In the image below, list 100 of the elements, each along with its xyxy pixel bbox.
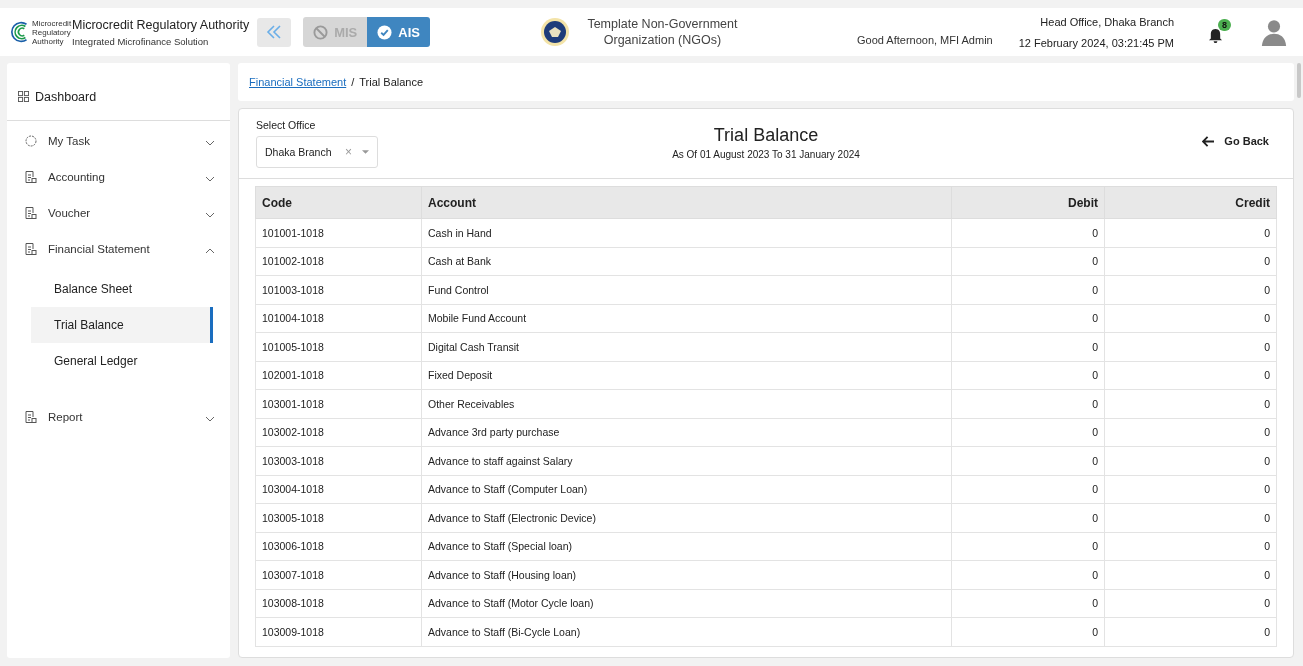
table-cell: 0 [1104,418,1277,447]
table-cell: 0 [951,617,1105,646]
submenu-item[interactable]: General Ledger [31,343,213,379]
document-icon [25,207,37,219]
table-cell: 0 [1104,446,1277,475]
menu-item[interactable]: My Task [7,123,230,159]
module-toggle[interactable]: AIS [367,17,430,47]
check-circle-icon [377,24,393,40]
table-cell: 0 [951,475,1105,504]
table-cell: 0 [951,589,1105,618]
notification-count: 8 [1218,19,1232,31]
table-cell: 103004-1018 [255,475,422,504]
table-cell: 103008-1018 [255,589,422,618]
table-cell: 103001-1018 [255,389,422,418]
table-cell: 0 [1104,332,1277,361]
collapse-sidebar-button[interactable] [257,17,292,47]
dashboard-label: Dashboard [35,89,97,104]
document-icon [25,243,37,255]
table-cell: Mobile Fund Account [421,304,952,333]
chevron-down-icon [205,140,215,146]
column-header: Debit [951,186,1105,219]
organization-title: Template Non-Government Organization (NGOs) [586,16,739,48]
menu-item[interactable]: Report [7,399,230,435]
breadcrumb-current: Trial Balance [359,76,424,88]
table-cell: 103005-1018 [255,503,422,532]
office-select[interactable]: Dhaka Branch × [256,136,378,168]
table-cell: 0 [1104,560,1277,589]
table-cell: 0 [1104,589,1277,618]
table-cell: 101005-1018 [255,332,422,361]
table-cell: 0 [951,418,1105,447]
table-cell: 0 [951,560,1105,589]
table-cell: 0 [1104,218,1277,247]
table-cell: 0 [951,532,1105,561]
submenu-item[interactable]: Trial Balance [31,307,213,343]
chevron-up-icon [205,248,215,254]
bell-icon[interactable] [1208,28,1224,45]
table-cell: Fixed Deposit [421,361,952,390]
column-header: Credit [1104,186,1277,219]
table-cell: 101002-1018 [255,247,422,276]
table-cell: 102001-1018 [255,361,422,390]
table-cell: 103009-1018 [255,617,422,646]
table-cell: 0 [1104,247,1277,276]
table-cell: Other Receivables [421,389,952,418]
table-cell: 103002-1018 [255,418,422,447]
dashboard-link[interactable]: Dashboard [7,63,230,121]
table-cell: 101003-1018 [255,275,422,304]
table-cell: 0 [1104,389,1277,418]
table-cell: 103007-1018 [255,560,422,589]
greeting-text: Good Afternoon, MFI Admin [856,34,993,46]
circle-dashed-icon [25,135,37,147]
table-cell: Advance 3rd party purchase [421,418,952,447]
table-cell: Advance to Staff (Bi-Cycle Loan) [421,617,952,646]
dropdown-caret-icon [362,150,369,154]
table-cell: 0 [951,332,1105,361]
report-title: Trial Balance [713,125,819,146]
table-cell: Advance to Staff (Computer Loan) [421,475,952,504]
table-cell: Advance to Staff (Housing loan) [421,560,952,589]
scrollbar-thumb[interactable] [1297,63,1301,98]
document-icon [25,411,37,423]
breadcrumb-link[interactable]: Financial Statement [249,76,347,88]
table-cell: 0 [1104,275,1277,304]
table-cell: 103006-1018 [255,532,422,561]
table-cell: 101001-1018 [255,218,422,247]
table-cell: 101004-1018 [255,304,422,333]
table-cell: 0 [1104,361,1277,390]
table-cell: Cash at Bank [421,247,952,276]
table-cell: 0 [951,389,1105,418]
table-cell: 0 [951,218,1105,247]
menu-item[interactable]: Voucher [7,195,230,231]
table-cell: 0 [1104,617,1277,646]
column-header: Code [255,186,422,219]
table-cell: 0 [1104,532,1277,561]
go-back-button[interactable]: Go Back [976,109,1276,147]
grid-icon [18,91,29,102]
user-avatar-icon[interactable] [1260,18,1289,46]
table-cell: Fund Control [421,275,952,304]
menu-item[interactable]: Financial Statement [7,231,230,267]
table-cell: Advance to Staff (Special loan) [421,532,952,561]
organization-subtitle: Integrated Microfinance Solution [72,35,210,47]
table-cell: 0 [951,446,1105,475]
table-cell: Advance to Staff (Motor Cycle loan) [421,589,952,618]
document-icon [25,171,37,183]
menu-item[interactable]: Accounting [7,159,230,195]
table-cell: 0 [951,503,1105,532]
table-cell: 0 [951,247,1105,276]
table-cell: Cash in Hand [421,218,952,247]
column-header: Account [421,186,952,219]
arrow-left-icon [1202,135,1216,147]
table-cell: 103003-1018 [255,446,422,475]
table-cell: 0 [951,275,1105,304]
chevron-down-icon [205,212,215,218]
chevron-down-icon [205,176,215,182]
chevron-down-icon [205,416,215,422]
submenu-item[interactable]: Balance Sheet [31,271,213,307]
field-label: Select Office [256,119,317,131]
table-cell: 0 [1104,475,1277,504]
prohibited-icon [313,24,329,40]
table-cell: Advance to Staff (Electronic Device) [421,503,952,532]
table-cell: 0 [1104,503,1277,532]
table-cell: Advance to staff against Salary [421,446,952,475]
